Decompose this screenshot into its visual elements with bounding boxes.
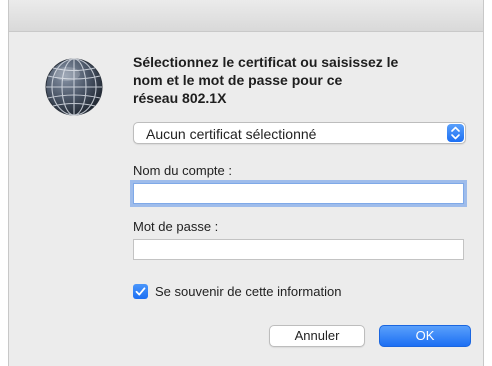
- certificate-popup[interactable]: Aucun certificat sélectionné: [133, 122, 466, 144]
- prompt-line-1: Sélectionnez le certificat ou saisissez …: [133, 54, 399, 70]
- dialog-window: Sélectionnez le certificat ou saisissez …: [8, 0, 484, 366]
- ok-button[interactable]: OK: [379, 325, 471, 347]
- prompt-line-3: réseau 802.1X: [133, 90, 227, 106]
- cancel-button[interactable]: Annuler: [269, 325, 365, 347]
- certificate-popup-value: Aucun certificat sélectionné: [146, 126, 317, 142]
- remember-label: Se souvenir de cette information: [155, 284, 342, 299]
- password-label: Mot de passe :: [133, 219, 219, 234]
- account-name-field[interactable]: [133, 183, 464, 204]
- updown-arrows-icon: [447, 124, 464, 142]
- prompt-line-2: nom et le mot de passe pour ce: [133, 72, 343, 88]
- title-bar[interactable]: [9, 0, 483, 32]
- account-label: Nom du compte :: [133, 163, 232, 178]
- remember-checkbox[interactable]: [133, 284, 148, 299]
- checkmark-icon: [135, 287, 146, 296]
- password-field[interactable]: [133, 239, 464, 260]
- dialog-prompt: Sélectionnez le certificat ou saisissez …: [133, 53, 453, 107]
- network-globe-icon: [45, 58, 103, 116]
